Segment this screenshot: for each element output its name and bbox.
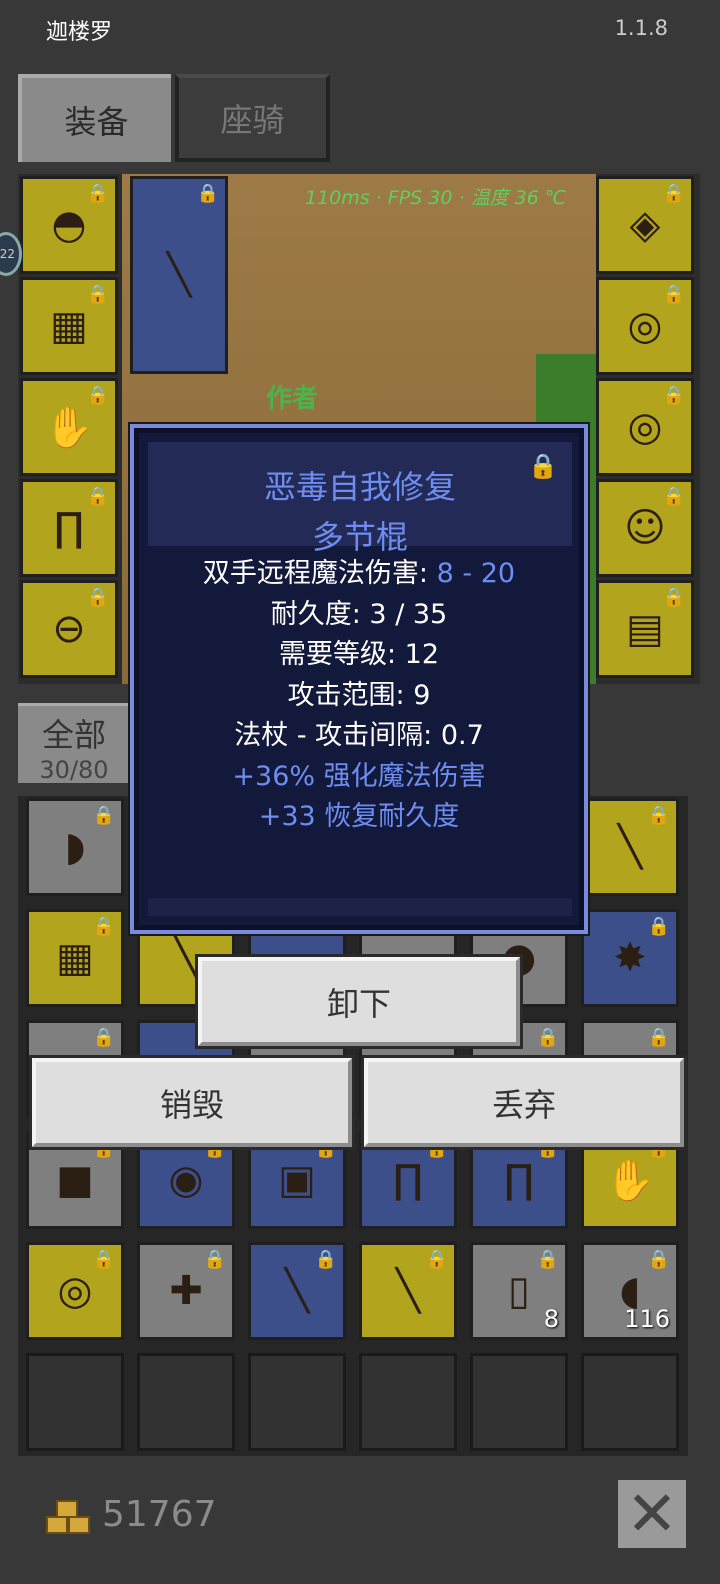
gem-icon: ■ [56,1157,94,1203]
staff-icon: ╲ [284,1268,310,1314]
inventory-slot[interactable] [248,1353,346,1451]
crossbow-icon: ✚ [169,1268,203,1314]
item-slot[interactable]: 🔒 ◓ [20,176,118,274]
necklace-icon: ◈ [629,202,661,248]
pet-icon: ☺ [624,505,666,551]
bow-icon: ◗ [64,824,86,870]
belt-icon: ⊖ [52,606,86,652]
stat-range: 攻击范围: 9 [287,679,431,711]
item-slot[interactable]: 🔒 ◎ [596,277,694,375]
stack-count: 8 [543,1305,559,1333]
tab-mount[interactable]: 座骑 [175,74,330,162]
ring-icon: ◎ [627,404,663,450]
lock-icon: 🔒 [536,1027,559,1048]
inventory-slot[interactable] [470,1353,568,1451]
chest-armor-icon: ▦ [56,935,94,981]
inventory-slot[interactable]: 🔒 ◗ [26,798,124,896]
ring-icon: ◎ [57,1268,93,1314]
close-button[interactable]: ✕ [618,1480,686,1548]
gold-amount: 51767 [102,1494,217,1535]
stat-damage: 双手远程魔法伤害: 8 - 20 [202,558,516,589]
item-slot[interactable]: 🔒 ⊖ [20,580,118,678]
version-label: 1.1.8 [614,16,668,40]
stack-count: 116 [624,1305,670,1333]
stat-bonus-magic: +36% 强化魔法伤害 [232,760,486,792]
inventory-slot[interactable] [581,1353,679,1451]
lock-icon: 🔒 [647,1027,670,1048]
weapon-slot[interactable]: 🔒 ╲ [130,176,228,374]
gold-icon [46,1500,92,1536]
staff-icon: ╲ [395,1268,421,1314]
item-slot[interactable]: 🔒 ▦ [20,277,118,375]
inventory-slot[interactable]: 🔒 ▦ [26,909,124,1007]
item-slot[interactable]: 🔒 ◎ [596,378,694,476]
inventory-slot[interactable]: 🔒╲ [248,1242,346,1340]
amulet-icon: ◉ [168,1157,204,1203]
stat-interval: 法杖 - 攻击间隔: 0.7 [234,720,484,751]
item-slot[interactable]: 🔒 ☺ [596,479,694,577]
boots-icon: ∏ [503,1157,535,1203]
sword-icon: ╲ [617,824,643,870]
tooltip-header: 恶毒自我修复 多节棍 🔒 [148,442,572,556]
inventory-slot[interactable]: 🔒 ◎ [26,1242,124,1340]
item-slot[interactable]: 🔒 ✋ [20,378,118,476]
inventory-slot[interactable]: 🔒 ✚ [137,1242,235,1340]
inventory-slot[interactable]: 🔒 ◖ 116 [581,1242,679,1340]
inventory-slot[interactable] [137,1353,235,1451]
leg-armor-icon: ∏ [53,505,85,551]
inventory-slot[interactable]: 🔒╲ [581,798,679,896]
fps-indicator: 110ms · FPS 30 · 温度 36 ℃ [305,187,567,209]
inventory-slot[interactable]: 🔒 ▯ 8 [470,1242,568,1340]
armor-icon: ▣ [278,1157,316,1203]
stat-bonus-durability: +33 恢复耐久度 [258,801,460,832]
filter-label: 全部 [41,716,106,754]
app-title: 迦楼罗 [46,20,113,45]
status-bar: 迦楼罗 1.1.8 [0,0,720,62]
filter-all-button[interactable]: 全部 30/80 [18,703,130,784]
unequip-button[interactable]: 卸下 [198,957,520,1046]
stat-level: 需要等级: 12 [278,639,440,670]
inventory-slot[interactable] [359,1353,457,1451]
item-affix-name: 恶毒自我修复 [263,468,456,506]
drop-button[interactable]: 丢弃 [364,1058,684,1147]
ring-icon: ◎ [627,303,663,349]
item-slot[interactable]: 🔒 ◈ [596,176,694,274]
item-slot[interactable]: 🔒 ∏ [20,479,118,577]
item-stats: 双手远程魔法伤害: 8 - 20 耐久度: 3 / 35 需要等级: 12 攻击… [134,554,584,838]
gloves-icon: ✋ [605,1157,655,1204]
inventory-count: 30/80 [39,756,109,784]
stat-durability: 耐久度: 3 / 35 [270,598,448,630]
boots-icon: ∏ [392,1157,424,1203]
lock-icon[interactable]: 🔒 [528,452,558,480]
chest-armor-icon: ▦ [50,303,88,349]
staff-icon: ╲ [166,252,192,298]
spiked-orb-icon: ✸ [613,935,647,981]
item-slot[interactable]: 🔒 ▤ [596,580,694,678]
map-icon: ▤ [626,606,664,652]
author-label: 作者 [266,384,319,414]
item-tooltip: 恶毒自我修复 多节棍 🔒 双手远程魔法伤害: 8 - 20 耐久度: 3 / 3… [130,424,588,934]
lock-icon: 🔒 [92,1027,115,1048]
inventory-slot[interactable]: 🔒 ✸ [581,909,679,1007]
item-base-name: 多节棍 [311,518,408,556]
tab-equipment[interactable]: 装备 [18,74,171,162]
inventory-slot[interactable]: 🔒╲ [359,1242,457,1340]
helmet-icon: ◓ [51,202,87,248]
inventory-slot[interactable] [26,1353,124,1451]
gloves-icon: ✋ [44,404,94,451]
destroy-button[interactable]: 销毁 [32,1058,352,1147]
close-icon: ✕ [626,1477,678,1550]
